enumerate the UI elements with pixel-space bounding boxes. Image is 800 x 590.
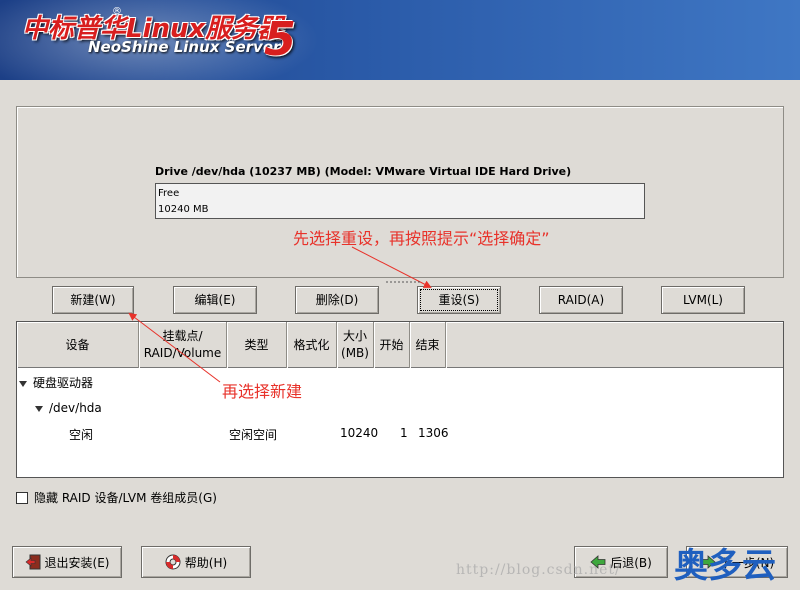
col-end[interactable]: 结束 (410, 322, 446, 368)
expand-triangle-icon[interactable] (35, 405, 43, 412)
hide-raid-lvm-checkbox[interactable] (16, 491, 28, 504)
partition-table[interactable]: 设备 挂载点/RAID/Volume 类型 格式化 大小 (MB) 开始 结束 硬… (16, 321, 784, 478)
reset-button[interactable]: 重设(S) (417, 286, 501, 314)
row-device: 空闲 (69, 428, 94, 442)
expand-triangle-icon[interactable] (19, 380, 27, 387)
registered-mark: ® (112, 6, 122, 17)
delete-button[interactable]: 删除(D) (295, 286, 379, 314)
annotation-reset-hint: 先选择重设，再按照提示“选择确定” (293, 229, 550, 248)
col-size-line1: 大小 (342, 329, 367, 343)
segment-size: 10240 MB (158, 204, 209, 215)
lifebuoy-icon (165, 554, 181, 570)
new-button[interactable]: 新建(W) (52, 286, 134, 314)
exit-door-icon (25, 554, 41, 570)
col-size[interactable]: 大小 (MB) (337, 322, 374, 368)
tree-device-label: /dev/hda (49, 401, 102, 415)
row-type: 空闲空间 (229, 428, 278, 442)
col-mount[interactable]: 挂载点/RAID/Volume (139, 322, 227, 368)
tree-device-hda[interactable]: /dev/hda (35, 401, 102, 415)
installer-banner: 中标普华Linux服务器 ® NeoShine Linux Server 5 (0, 0, 800, 80)
row-start: 1 (400, 426, 408, 440)
col-start[interactable]: 开始 (374, 322, 410, 368)
exit-install-button[interactable]: 退出安装(E) (12, 546, 122, 578)
col-size-line2: (MB) (341, 346, 369, 360)
hide-raid-lvm-label: 隐藏 RAID 设备/LVM 卷组成员(G) (34, 491, 217, 505)
raid-button[interactable]: RAID(A) (539, 286, 623, 314)
exit-install-label: 退出安装(E) (44, 555, 110, 570)
table-header: 设备 挂载点/RAID/Volume 类型 格式化 大小 (MB) 开始 结束 (17, 322, 783, 368)
help-button[interactable]: 帮助(H) (141, 546, 251, 578)
row-end: 1306 (418, 426, 449, 440)
drive-panel: Drive /dev/hda (10237 MB) (Model: VMware… (16, 106, 784, 278)
hide-raid-lvm-option[interactable]: 隐藏 RAID 设备/LVM 卷组成员(G) (16, 489, 217, 506)
col-format[interactable]: 格式化 (287, 322, 337, 368)
col-type[interactable]: 类型 (227, 322, 287, 368)
tree-group-label: 硬盘驱动器 (33, 376, 94, 390)
brand-logo-text: 奥多云 (674, 546, 776, 586)
banner-version: 5 (264, 12, 297, 66)
col-device[interactable]: 设备 (17, 322, 139, 368)
annotation-new-hint: 再选择新建 (222, 382, 303, 401)
col-mount-line2: RAID/Volume (143, 346, 222, 360)
row-size: 10240 (340, 426, 379, 440)
lvm-button[interactable]: LVM(L) (661, 286, 745, 314)
col-mount-line1: 挂载点/ (162, 329, 203, 343)
banner-subtitle: NeoShine Linux Server (88, 38, 281, 56)
drive-title: Drive /dev/hda (10237 MB) (Model: VMware… (155, 165, 572, 178)
segment-label: Free (158, 188, 180, 199)
drive-free-segment[interactable]: Free 10240 MB (155, 183, 645, 219)
watermark-text: http://blog.csdn.net/ (456, 562, 621, 578)
help-label: 帮助(H) (184, 555, 228, 570)
col-filler (446, 322, 783, 368)
tree-group-hard-drives[interactable]: 硬盘驱动器 (19, 374, 93, 391)
edit-button[interactable]: 编辑(E) (173, 286, 257, 314)
